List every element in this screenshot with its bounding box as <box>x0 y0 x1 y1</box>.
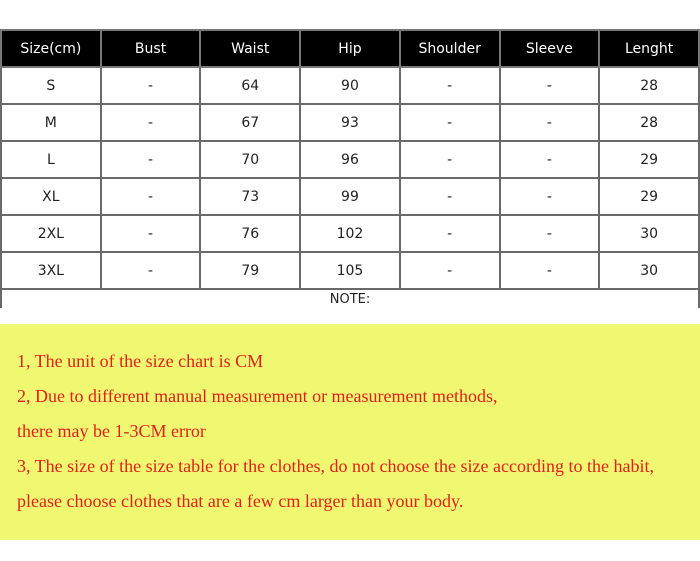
table-cell: 70 <box>199 140 302 179</box>
table-cell: 30 <box>598 214 700 253</box>
table-cell: 29 <box>598 177 700 216</box>
table-cell: - <box>99 177 202 216</box>
table-row: XL -73 99- -29 <box>0 177 700 216</box>
table-row: 3XL -79 105- -30 <box>0 251 700 290</box>
table-cell: - <box>398 103 501 142</box>
table-cell: 2XL <box>0 214 102 253</box>
note-row: NOTE: <box>0 288 700 308</box>
table-cell: 28 <box>598 103 700 142</box>
table-cell: 99 <box>299 177 401 216</box>
table-cell: 102 <box>299 214 401 253</box>
header-row: Size(cm) Bust Waist Hip Shoulder Sleeve Lenght <box>0 29 700 68</box>
note-line: there may be 1-3CM error <box>17 421 206 441</box>
table-cell: 93 <box>299 103 401 142</box>
column-header: Lenght <box>598 29 700 68</box>
table-cell: 29 <box>598 140 700 179</box>
size-chart-table: Size(cm) Bust Waist Hip Shoulder Sleeve Lenght… <box>0 29 700 308</box>
notes-panel: 1, The unit of the size chart is CM 2, D… <box>0 324 700 540</box>
table-cell: - <box>498 251 601 290</box>
table-cell: - <box>498 177 601 216</box>
table-cell: XL <box>0 177 102 216</box>
table-cell: - <box>498 66 601 105</box>
table-cell: - <box>398 214 501 253</box>
table-cell: 64 <box>199 66 302 105</box>
table-cell: 96 <box>299 140 401 179</box>
column-header: Sleeve <box>498 29 601 68</box>
table-cell: S <box>0 66 102 105</box>
column-header: Hip <box>299 29 401 68</box>
table-cell: - <box>99 140 202 179</box>
table-cell: 30 <box>598 251 700 290</box>
column-header: Size(cm) <box>0 29 102 68</box>
note-line: 3, The size of the size table for the cl… <box>17 456 654 476</box>
table-cell: - <box>99 251 202 290</box>
note-line: please choose clothes that are a few cm … <box>17 491 464 511</box>
table-cell: - <box>498 214 601 253</box>
table-cell: 67 <box>199 103 302 142</box>
table-cell: - <box>99 66 202 105</box>
table-cell: - <box>99 214 202 253</box>
table-cell: 90 <box>299 66 401 105</box>
note-label: NOTE: <box>0 288 700 308</box>
table-row: M -67 93- -28 <box>0 103 700 142</box>
column-header: Shoulder <box>398 29 501 68</box>
table-cell: - <box>498 103 601 142</box>
note-line: 2, Due to different manual measurement o… <box>17 386 498 406</box>
note-line: 1, The unit of the size chart is CM <box>17 351 264 371</box>
table-cell: 73 <box>199 177 302 216</box>
table-cell: - <box>398 177 501 216</box>
table-cell: L <box>0 140 102 179</box>
column-header: Bust <box>99 29 202 68</box>
table-row: L -70 96- -29 <box>0 140 700 179</box>
column-header: Waist <box>199 29 302 68</box>
table-cell: 79 <box>199 251 302 290</box>
table-cell: - <box>498 140 601 179</box>
table-cell: 76 <box>199 214 302 253</box>
table-cell: M <box>0 103 102 142</box>
table-cell: - <box>99 103 202 142</box>
table-cell: 28 <box>598 66 700 105</box>
table-cell: 3XL <box>0 251 102 290</box>
table-row: S -64 90- -28 <box>0 66 700 105</box>
table-cell: - <box>398 251 501 290</box>
table-cell: 105 <box>299 251 401 290</box>
table-row: 2XL -76 102- -30 <box>0 214 700 253</box>
table-cell: - <box>398 140 501 179</box>
table-cell: - <box>398 66 501 105</box>
